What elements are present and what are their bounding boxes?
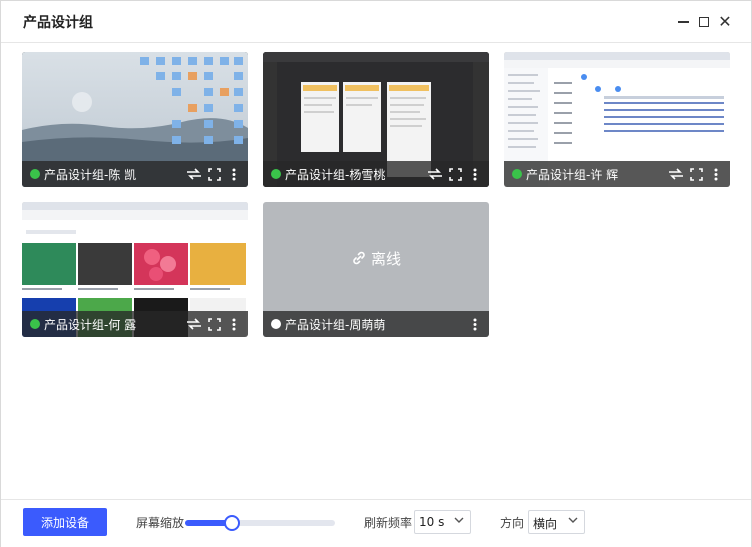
direction-select[interactable]: 横向 [528, 510, 585, 534]
more-options-icon[interactable] [467, 166, 483, 182]
tile-status-bar: 产品设计组-陈 凯 [22, 161, 248, 187]
more-options-icon[interactable] [226, 316, 242, 332]
status-dot [271, 169, 281, 179]
link-icon [351, 250, 367, 270]
tile-status-bar: 产品设计组-许 辉 [504, 161, 730, 187]
direction-value: 横向 [533, 517, 558, 531]
maximize-icon[interactable] [696, 13, 712, 31]
device-name: 产品设计组-周萌萌 [285, 318, 386, 332]
fullscreen-icon[interactable] [206, 166, 222, 182]
swap-icon[interactable] [186, 166, 202, 182]
status-dot [30, 169, 40, 179]
refresh-select[interactable]: 10 s [414, 510, 471, 534]
device-name: 产品设计组-杨雪桃 [285, 168, 386, 182]
offline-indicator: 离线 [263, 248, 489, 270]
add-device-button[interactable]: 添加设备 [23, 508, 107, 536]
zoom-slider[interactable] [185, 515, 335, 531]
window-title: 产品设计组 [23, 15, 93, 31]
tile-status-bar: 产品设计组-杨雪桃 [263, 161, 489, 187]
device-window: 产品设计组 ✕ 产品设计组-陈 凯 产品设计组-杨雪桃 产品设计组-许 辉 产品… [0, 0, 752, 547]
status-dot [512, 169, 522, 179]
refresh-value: 10 s [419, 515, 445, 529]
tile-status-bar: 产品设计组-周萌萌 [263, 311, 489, 337]
fullscreen-icon[interactable] [688, 166, 704, 182]
swap-icon[interactable] [668, 166, 684, 182]
more-options-icon[interactable] [226, 166, 242, 182]
device-name: 产品设计组-许 辉 [526, 168, 619, 182]
device-name: 产品设计组-陈 凯 [44, 168, 137, 182]
zoom-label: 屏幕缩放 [136, 516, 185, 530]
device-name: 产品设计组-何 露 [44, 318, 137, 332]
chevron-down-icon [454, 515, 464, 528]
close-icon[interactable]: ✕ [717, 13, 733, 31]
more-options-icon[interactable] [708, 166, 724, 182]
refresh-label: 刷新频率 [364, 516, 413, 530]
device-tile[interactable]: 产品设计组-何 露 [22, 202, 248, 337]
fullscreen-icon[interactable] [447, 166, 463, 182]
tile-status-bar: 产品设计组-何 露 [22, 311, 248, 337]
device-tile[interactable]: 产品设计组-许 辉 [504, 52, 730, 187]
swap-icon[interactable] [427, 166, 443, 182]
offline-text: 离线 [370, 250, 401, 268]
title-bar: 产品设计组 ✕ [1, 1, 751, 43]
chevron-down-icon [568, 515, 578, 528]
minimize-icon[interactable] [675, 13, 691, 31]
zoom-slider-handle[interactable] [224, 515, 240, 531]
status-dot [30, 319, 40, 329]
device-tile-offline[interactable]: 离线 产品设计组-周萌萌 [263, 202, 489, 337]
device-tile[interactable]: 产品设计组-杨雪桃 [263, 52, 489, 187]
status-dot [271, 319, 281, 329]
fullscreen-icon[interactable] [206, 316, 222, 332]
device-tile[interactable]: 产品设计组-陈 凯 [22, 52, 248, 187]
more-options-icon[interactable] [467, 316, 483, 332]
direction-label: 方向 [500, 516, 525, 530]
device-grid: 产品设计组-陈 凯 产品设计组-杨雪桃 产品设计组-许 辉 产品设计组-何 露 … [9, 43, 743, 498]
footer-toolbar: 添加设备 屏幕缩放 刷新频率 10 s 方向 横向 [1, 499, 751, 547]
swap-icon[interactable] [186, 316, 202, 332]
